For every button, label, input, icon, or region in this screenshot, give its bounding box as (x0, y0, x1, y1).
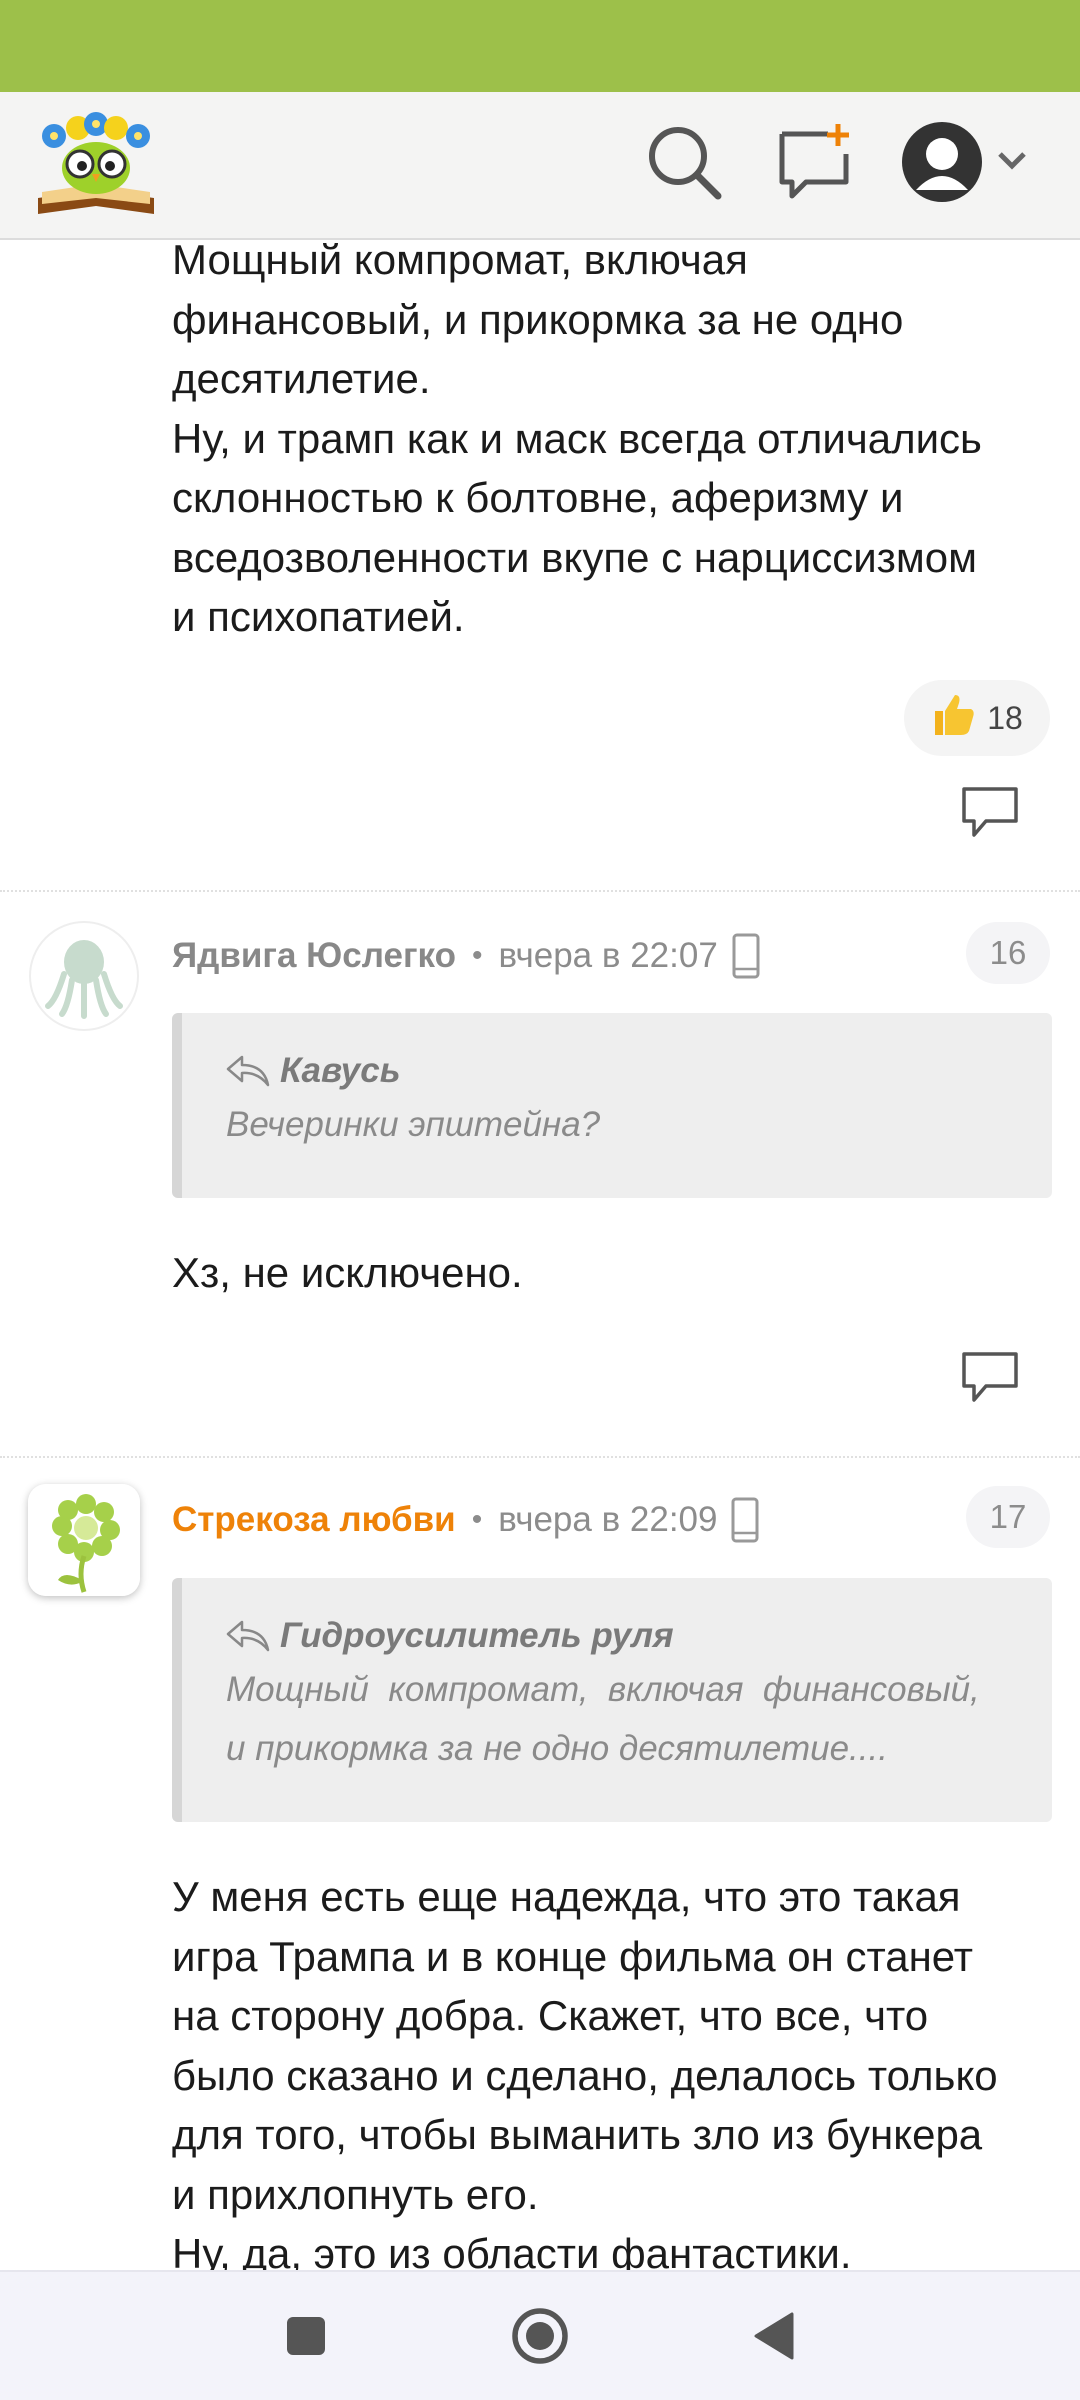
comment-line: финансовый, и прикормка за не одно (172, 295, 904, 343)
meta-separator: • (471, 1503, 483, 1536)
comment-time: вчера в 22:09 (498, 1500, 718, 1539)
reply-icon[interactable] (960, 785, 1020, 839)
circle-home-icon[interactable] (508, 2304, 572, 2368)
mobile-phone-icon (731, 1497, 759, 1543)
reply-icon[interactable] (960, 1350, 1020, 1404)
comment-line: игра Трампа и в конце фильма он станет (172, 1932, 973, 1980)
square-recents-icon[interactable] (274, 2304, 338, 2368)
comment-number-badge[interactable]: 16 (966, 922, 1050, 984)
mobile-phone-icon (732, 933, 760, 979)
app-header (0, 92, 1080, 240)
quote-block[interactable]: Кавусь Вечеринки эпштейна? (172, 1013, 1052, 1198)
comment-line: Ну, да, это из области фантастики. (172, 2230, 852, 2270)
quote-text: Вечеринки эпштейна? (226, 1095, 1012, 1154)
owl-book-logo-icon[interactable] (34, 106, 158, 224)
octopus-avatar[interactable] (28, 920, 140, 1032)
new-message-icon[interactable] (772, 120, 856, 204)
status-bar (0, 0, 1080, 92)
comment-line: Хз, не исключено. (172, 1249, 523, 1296)
author-name[interactable]: Стрекоза любви (172, 1500, 456, 1540)
quote-line: Вечеринки эпштейна? (226, 1105, 601, 1144)
quote-line: и прикормка за не одно десятилетие.... (226, 1729, 888, 1768)
comment-time: вчера в 22:07 (498, 936, 718, 975)
quote-author-name: Гидроусилитель руля (280, 1616, 674, 1655)
comment-line: Ну, и трамп как и маск всегда отличались (172, 414, 982, 462)
comment-line: и прихлопнуть его. (172, 2170, 539, 2218)
comment-line: для того, чтобы выманить зло из бункера (172, 2111, 983, 2158)
reply-arrow-icon (226, 1055, 270, 1087)
comment-line: Мощный компромат, включая (172, 240, 748, 283)
comments-feed[interactable]: Мощный компромат, включая финансовый, и … (0, 240, 1080, 2270)
like-count: 18 (987, 699, 1023, 736)
comment-line: было сказано и сделано, делалось только (172, 2051, 998, 2099)
quote-line: Мощный компромат, включая финансовый, (226, 1670, 980, 1709)
quote-text: Мощный компромат, включая финансовый, и … (226, 1660, 1012, 1778)
system-nav-bar (0, 2270, 1080, 2400)
comment-meta: Стрекоза любви • вчера в 22:09 (172, 1490, 759, 1550)
search-icon[interactable] (642, 120, 726, 204)
comment-divider (0, 890, 1080, 892)
comment-line: на сторону добра. Скажет, что все, что (172, 1992, 929, 2039)
like-button[interactable]: 18 (904, 680, 1050, 756)
comment-line: десятилетие. (172, 355, 431, 402)
comment-meta: Ядвига Юслегко • вчера в 22:07 (172, 926, 760, 986)
comment-line: и психопатией. (172, 593, 465, 640)
author-name[interactable]: Ядвига Юслегко (172, 936, 456, 976)
thumbs-up-icon (931, 691, 977, 745)
comment-line: У меня есть еще надежда, что это такая (172, 1873, 961, 1920)
comment-number-badge[interactable]: 17 (966, 1486, 1050, 1548)
comment-text: Мощный компромат, включая финансовый, и … (172, 240, 1052, 647)
comment-text: У меня есть еще надежда, что это такая и… (172, 1867, 1052, 2270)
triangle-back-icon[interactable] (742, 2304, 806, 2368)
comment-divider (0, 1456, 1080, 1458)
quote-author: Гидроусилитель руля (226, 1616, 1012, 1656)
user-avatar-icon[interactable] (900, 120, 1040, 204)
quote-block[interactable]: Гидроусилитель руля Мощный компромат, вк… (172, 1578, 1052, 1822)
comment-line: склонностью к болтовне, аферизму и (172, 474, 904, 521)
comment-text: Хз, не исключено. (172, 1243, 1052, 1303)
comment-line: вседозволенности вкупе с нарциссизмом (172, 533, 978, 581)
quote-author: Кавусь (226, 1051, 1012, 1091)
quote-author-name: Кавусь (280, 1051, 401, 1090)
reply-arrow-icon (226, 1620, 270, 1652)
meta-separator: • (471, 939, 483, 972)
flower-avatar[interactable] (28, 1484, 140, 1596)
